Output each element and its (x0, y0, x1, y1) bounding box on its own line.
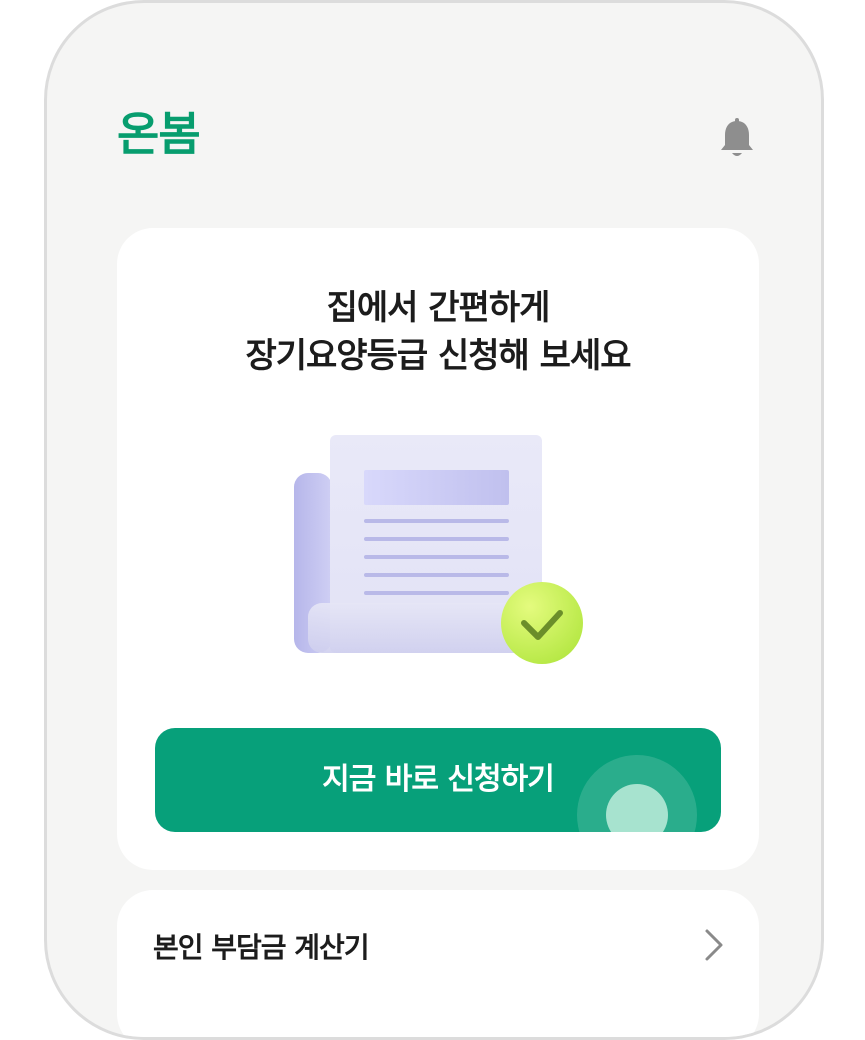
app-header: 온봄 (117, 103, 757, 173)
copay-calculator-label: 본인 부담금 계산기 (153, 931, 370, 964)
headline-line-2: 장기요양등급 신청해 보세요 (245, 336, 631, 376)
phone-frame: 온봄 집에서 간편하게 장기요양등급 신청해 보세요 지금 바로 신청하기 본인… (44, 0, 824, 1040)
apply-now-label: 지금 바로 신청하기 (322, 762, 555, 797)
document-check-illustration (292, 433, 592, 673)
apply-card: 집에서 간편하게 장기요양등급 신청해 보세요 지금 바로 신청하기 (117, 228, 759, 870)
copay-calculator-card[interactable]: 본인 부담금 계산기 (117, 890, 759, 1037)
hero-headline: 집에서 간편하게 장기요양등급 신청해 보세요 (117, 284, 759, 380)
chevron-right-icon (703, 928, 725, 962)
bell-icon[interactable] (717, 117, 757, 161)
headline-line-1: 집에서 간편하게 (326, 288, 551, 328)
apply-now-button[interactable]: 지금 바로 신청하기 (155, 728, 721, 832)
app-logo: 온봄 (117, 107, 201, 161)
